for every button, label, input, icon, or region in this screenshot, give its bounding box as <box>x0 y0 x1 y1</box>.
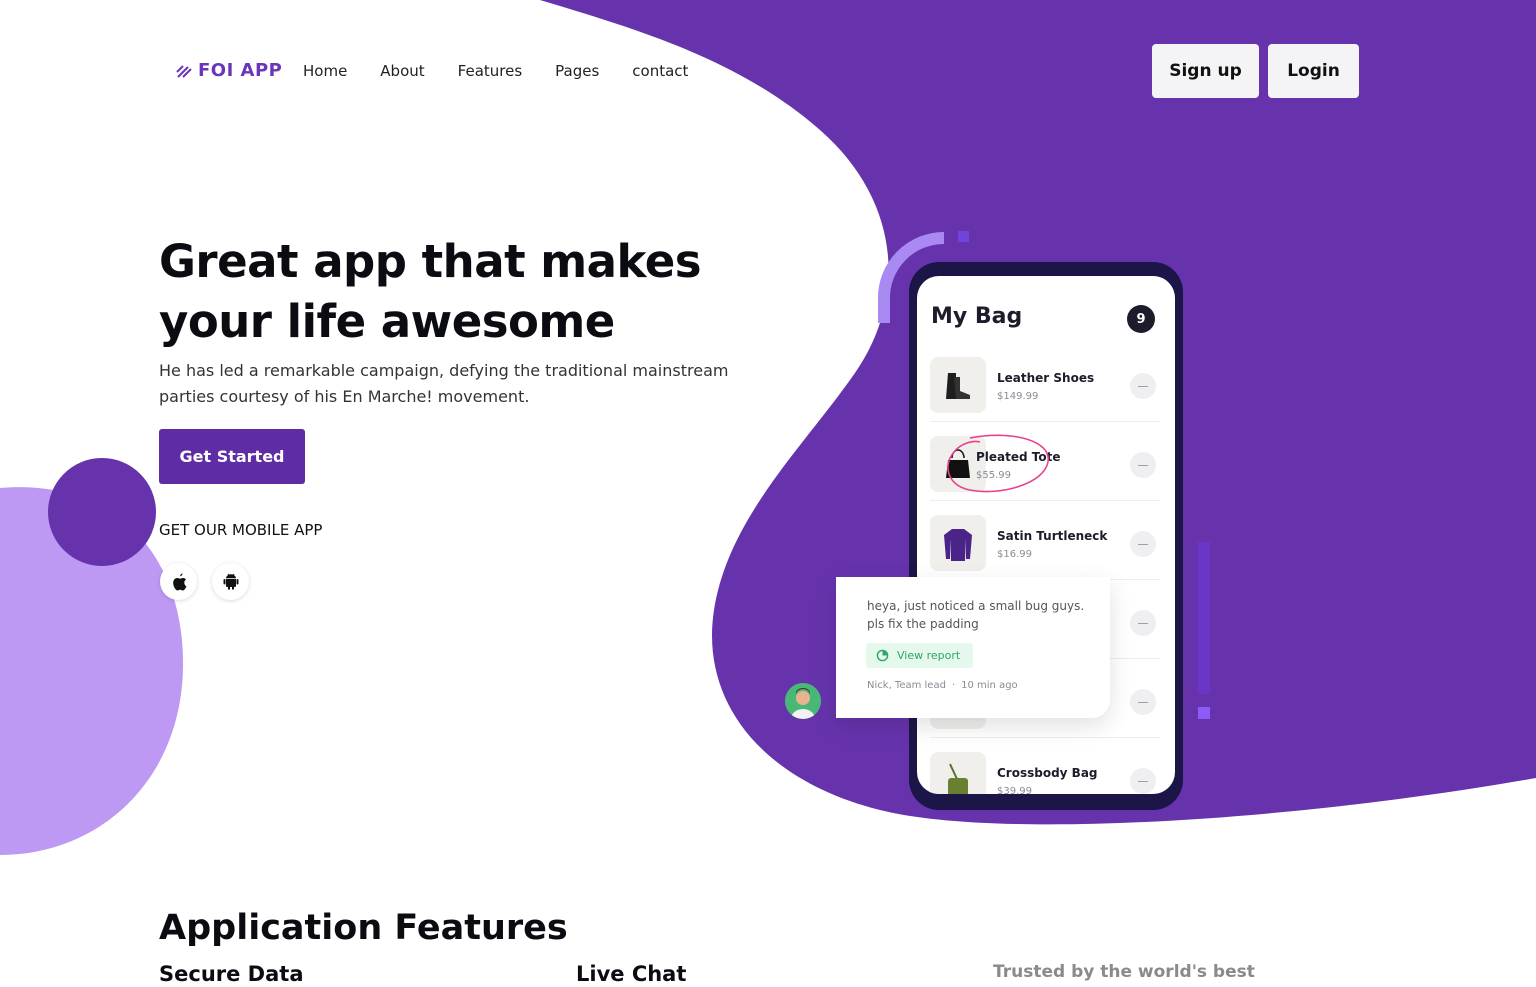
comment-role: Team lead <box>894 680 946 691</box>
hero-title: Great app that makes your life awesome <box>159 232 759 352</box>
bag-count-badge: 9 <box>1127 305 1155 333</box>
features-title: Application Features <box>159 908 568 948</box>
mobile-app-label: GET OUR MOBILE APP <box>159 521 323 539</box>
product-thumbnail <box>930 515 986 571</box>
login-button[interactable]: Login <box>1268 44 1359 98</box>
annotation-circle <box>947 434 1049 493</box>
apple-icon <box>172 573 186 590</box>
signup-button[interactable]: Sign up <box>1152 44 1259 98</box>
product-thumbnail <box>930 752 986 794</box>
accent-square <box>1198 707 1210 719</box>
accent-square <box>958 231 969 242</box>
item-name: Leather Shoes <box>997 371 1095 385</box>
brand-name: FOI APP <box>198 60 283 81</box>
trusted-by-label: Trusted by the world's best <box>993 962 1255 982</box>
bag-title: My Bag <box>931 304 1023 329</box>
crossbody-bag-icon <box>948 763 968 794</box>
stripes-logo-icon <box>176 64 192 78</box>
accent-bar <box>1198 542 1210 694</box>
bag-item[interactable]: Satin Turtleneck $16.99 <box>930 501 1160 580</box>
item-price: $39.99 <box>997 786 1032 794</box>
brand-logo[interactable]: FOI APP <box>176 60 282 81</box>
remove-item-button[interactable] <box>1130 768 1156 794</box>
feature-live-chat: Live Chat <box>576 962 687 986</box>
comment-author: Nick <box>867 680 889 691</box>
product-thumbnail <box>930 357 986 413</box>
get-started-button[interactable]: Get Started <box>159 429 305 484</box>
phone-mockup: My Bag 9 Leather Shoes $149.99 Pleated T… <box>909 262 1183 810</box>
separator-dot: · <box>951 680 956 691</box>
android-icon <box>223 573 238 590</box>
bag-item[interactable]: Crossbody Bag $39.99 <box>930 738 1160 794</box>
hero-title-line2: your life awesome <box>159 295 615 348</box>
remove-item-button[interactable] <box>1130 373 1156 399</box>
nav-home[interactable]: Home <box>303 62 347 80</box>
comment-card: heya, just noticed a small bug guys. pls… <box>836 577 1110 718</box>
nav-features[interactable]: Features <box>458 62 523 80</box>
item-price: $16.99 <box>997 549 1032 560</box>
feature-secure-data: Secure Data <box>159 962 304 986</box>
hero-title-line1: Great app that makes <box>159 235 702 288</box>
comment-time: 10 min ago <box>961 680 1018 691</box>
item-name: Crossbody Bag <box>997 766 1098 780</box>
comment-meta: Nick, Team lead · 10 min ago <box>867 680 1018 691</box>
remove-item-button[interactable] <box>1130 689 1156 715</box>
view-report-button[interactable]: View report <box>866 643 973 668</box>
item-price: $149.99 <box>997 391 1039 402</box>
boot-icon <box>946 373 970 399</box>
bag-item[interactable]: Pleated Tote $55.99 <box>930 422 1160 501</box>
apple-store-button[interactable] <box>160 563 197 600</box>
item-name: Satin Turtleneck <box>997 529 1108 543</box>
remove-item-button[interactable] <box>1130 531 1156 557</box>
android-store-button[interactable] <box>212 563 249 600</box>
view-report-label: View report <box>897 649 961 662</box>
comment-text: heya, just noticed a small bug guys. pls… <box>867 599 1085 631</box>
sweater-icon <box>944 529 972 561</box>
bag-item[interactable]: Leather Shoes $149.99 <box>930 343 1160 422</box>
avatar[interactable] <box>785 683 821 719</box>
remove-item-button[interactable] <box>1130 452 1156 478</box>
main-nav: Home About Features Pages contact <box>303 62 688 80</box>
remove-item-button[interactable] <box>1130 610 1156 636</box>
hero-background-shapes <box>0 0 1536 855</box>
purple-circle <box>48 458 156 566</box>
pie-chart-icon <box>876 649 889 662</box>
nav-pages[interactable]: Pages <box>555 62 599 80</box>
person-avatar-icon <box>785 683 821 719</box>
hero-subtitle: He has led a remarkable campaign, defyin… <box>159 361 729 406</box>
nav-about[interactable]: About <box>380 62 424 80</box>
nav-contact[interactable]: contact <box>632 62 688 80</box>
